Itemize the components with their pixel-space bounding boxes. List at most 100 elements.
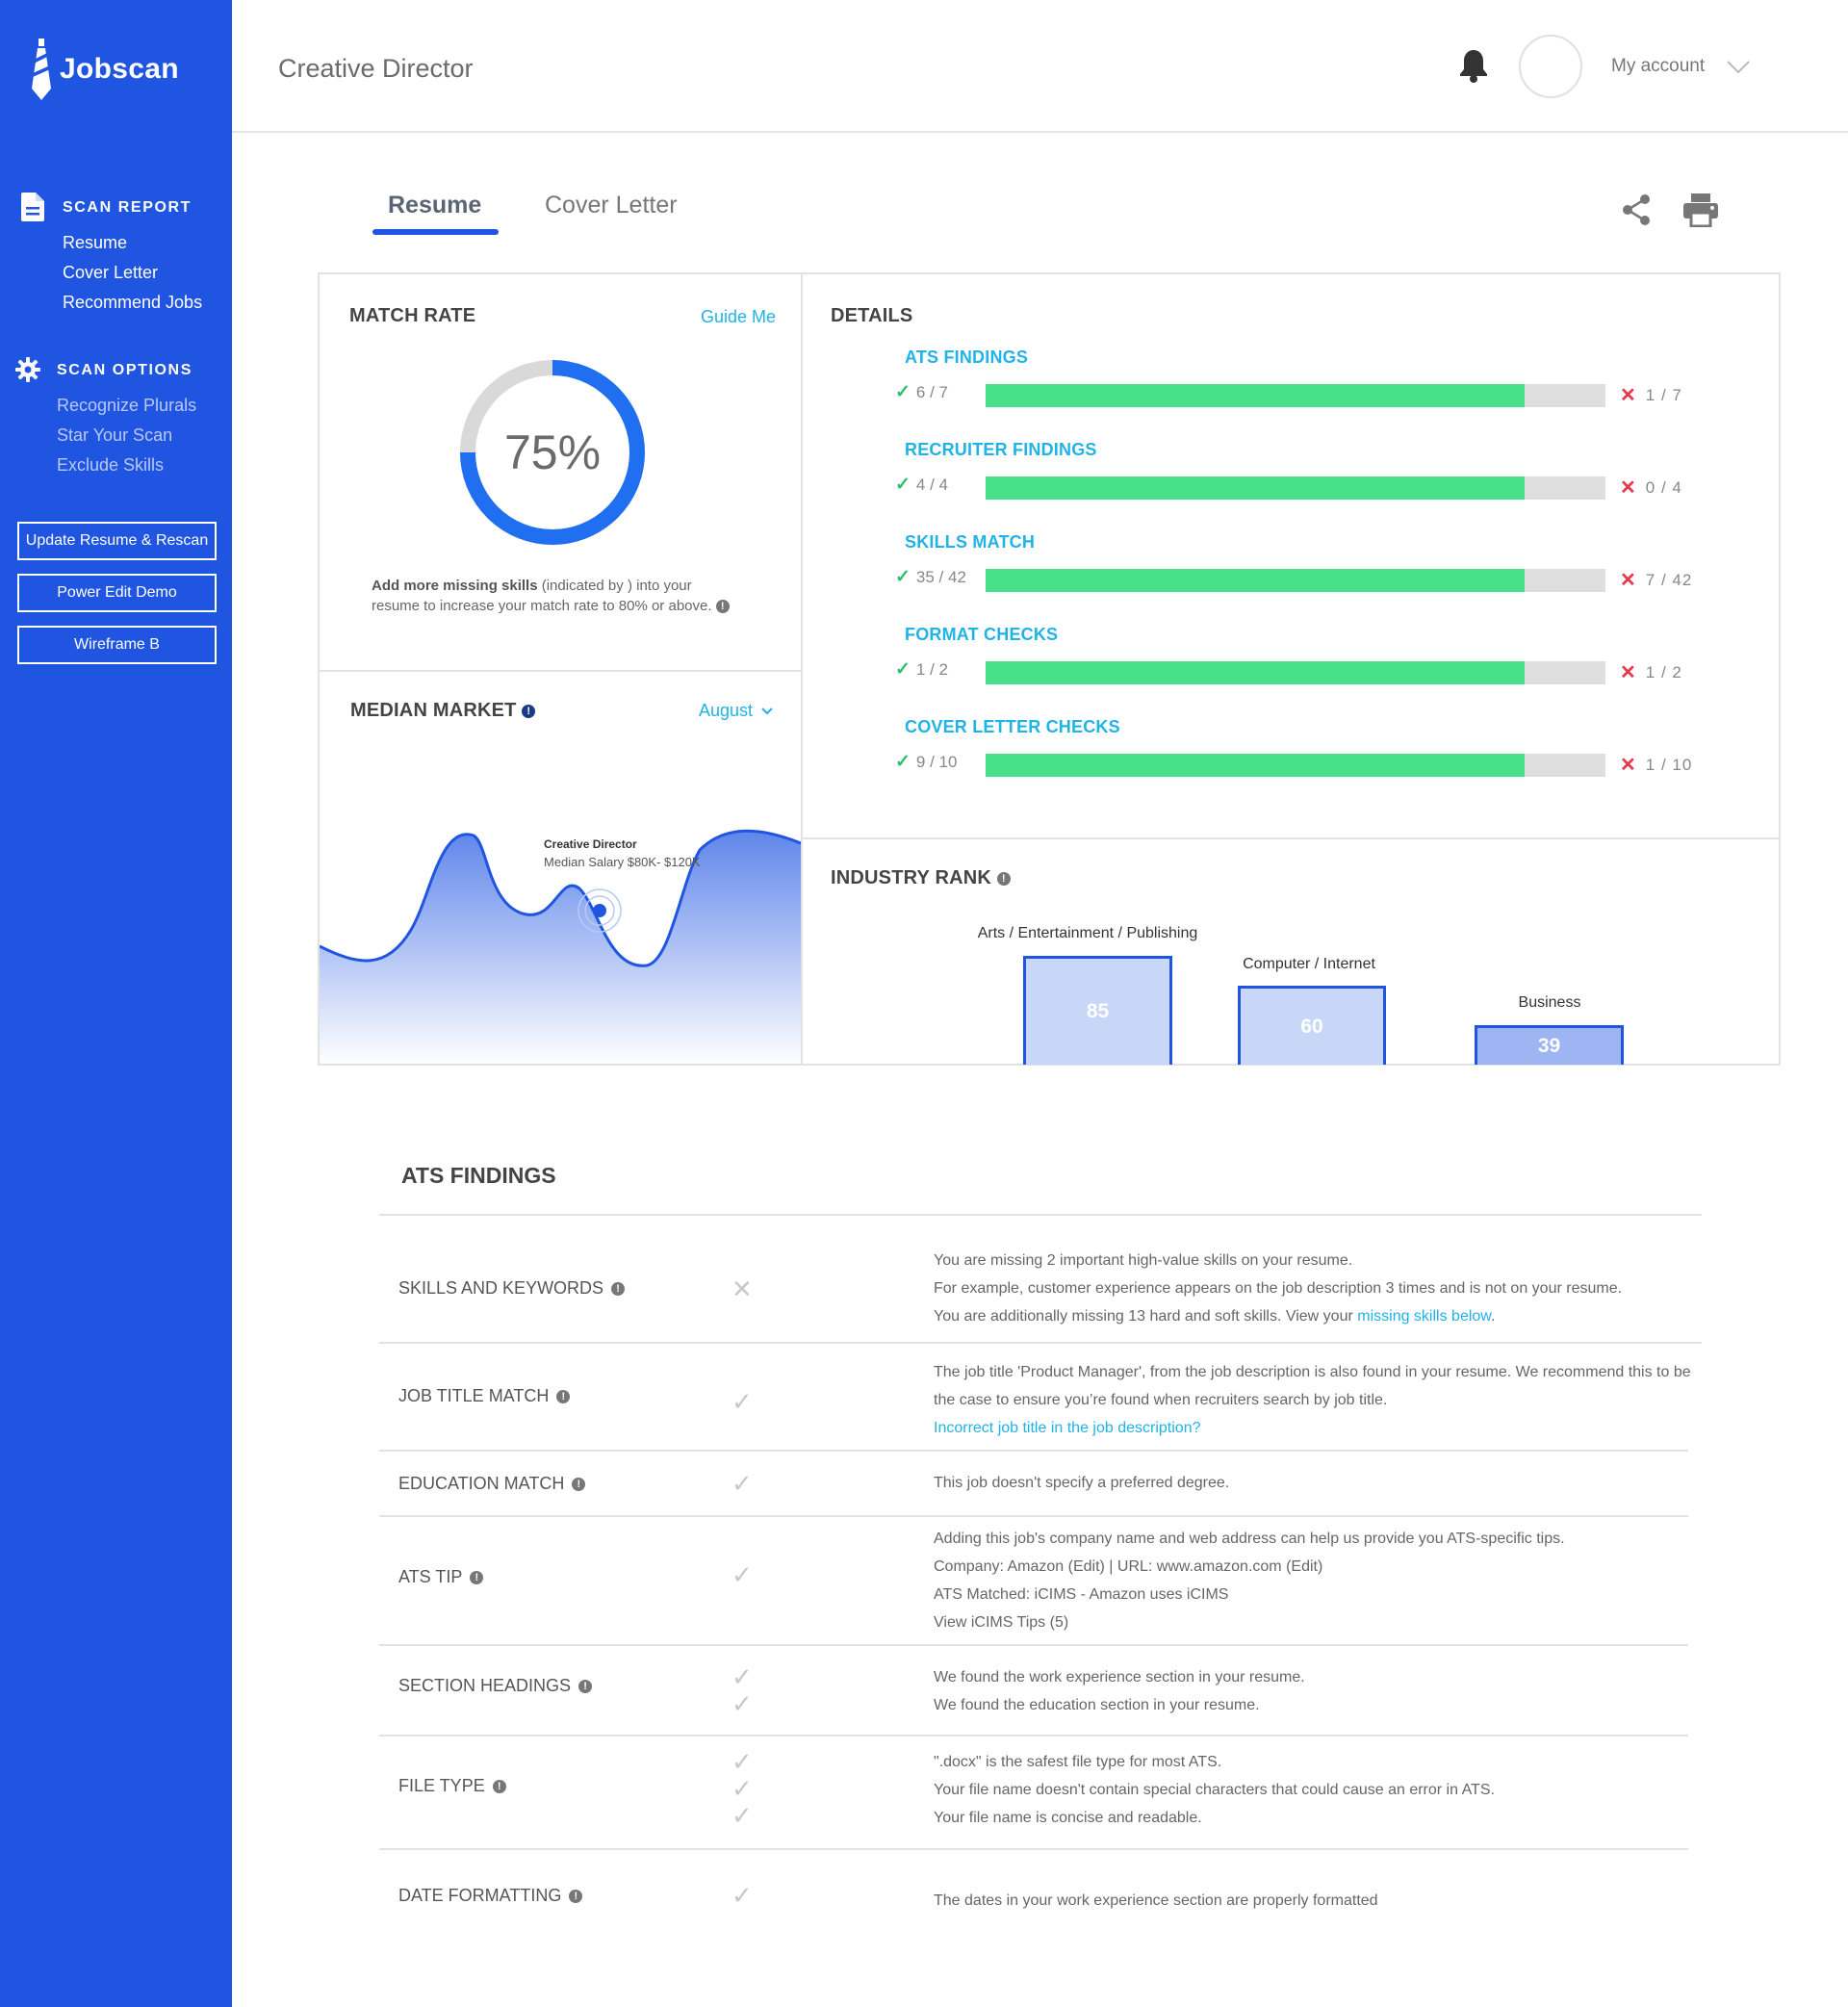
- avatar[interactable]: [1519, 35, 1582, 98]
- detail-pass-value: 6 / 7: [915, 382, 949, 401]
- sidebar-item-cover-letter[interactable]: Cover Letter: [63, 263, 158, 283]
- sidebar-item-star-your-scan[interactable]: Star Your Scan: [57, 425, 172, 446]
- ats-row-line: We found the work experience section in …: [934, 1669, 1305, 1685]
- check-icon: ✓: [732, 1387, 753, 1416]
- sidebar-item-resume[interactable]: Resume: [63, 233, 127, 253]
- detail-label[interactable]: ATS FINDINGS: [905, 347, 1028, 368]
- ats-row-title: ATS TIP: [398, 1567, 463, 1586]
- info-icon[interactable]: !: [569, 1889, 583, 1903]
- detail-progress-bar: [986, 754, 1605, 777]
- detail-progress-bar: [986, 476, 1605, 500]
- ats-row-line: ATS Matched: iCIMS - Amazon uses iCIMS: [934, 1586, 1229, 1603]
- ats-row-description: This job doesn't specify a preferred deg…: [934, 1469, 1229, 1497]
- my-account-menu[interactable]: My account: [1611, 56, 1705, 77]
- cross-icon: ✕: [732, 1274, 753, 1303]
- detail-pass-value: 9 / 10: [915, 752, 958, 771]
- median-market-label: MEDIAN MARKET: [350, 700, 517, 721]
- check-icon: ✓: [895, 659, 911, 680]
- check-icon: ✓: [895, 752, 911, 772]
- detail-progress-fill: [986, 569, 1525, 592]
- detail-label[interactable]: FORMAT CHECKS: [905, 625, 1058, 645]
- check-icon: ✓: [895, 382, 911, 402]
- cross-icon: ✕: [1620, 477, 1636, 499]
- info-icon[interactable]: !: [522, 704, 536, 718]
- month-select[interactable]: August: [699, 701, 773, 721]
- ats-row-title: DATE FORMATTING: [398, 1886, 562, 1905]
- detail-fail-value: 1 / 2: [1645, 662, 1682, 682]
- missing-skills-link[interactable]: missing skills below: [1357, 1308, 1491, 1325]
- update-resume-rescan-button[interactable]: Update Resume & Rescan: [17, 522, 217, 560]
- detail-fail-value: 1 / 7: [1645, 385, 1682, 404]
- chart-tooltip-salary: Median Salary $80K- $120K: [544, 855, 701, 869]
- ats-row-line: We found the education section in your r…: [934, 1697, 1260, 1713]
- incorrect-job-title-link[interactable]: Incorrect job title in the job descripti…: [934, 1414, 1691, 1442]
- chevron-down-icon: [761, 708, 773, 715]
- guide-me-link[interactable]: Guide Me: [701, 307, 776, 327]
- rank-bar-2: 60: [1238, 986, 1386, 1065]
- ats-row-line: the case to ensure you’re found when rec…: [934, 1392, 1388, 1408]
- ats-row-line: This job doesn't specify a preferred deg…: [934, 1475, 1230, 1491]
- ats-row-line: ".docx" is the safest file type for most…: [934, 1754, 1222, 1770]
- sidebar-item-exclude-skills[interactable]: Exclude Skills: [57, 455, 164, 476]
- divider: [379, 1342, 1702, 1344]
- detail-fail-count: ✕ 1 / 10: [1620, 753, 1692, 777]
- share-icon[interactable]: [1620, 193, 1653, 227]
- sidebar-item-recommend-jobs[interactable]: Recommend Jobs: [63, 293, 202, 313]
- ats-row-line: Your file name is concise and readable.: [934, 1810, 1202, 1826]
- info-icon[interactable]: !: [715, 600, 730, 614]
- ats-row-description: The job title 'Product Manager', from th…: [934, 1358, 1691, 1442]
- detail-fail-count: ✕ 0 / 4: [1620, 476, 1682, 500]
- detail-pass-value: 1 / 2: [915, 659, 949, 679]
- ats-row-line: Your file name doesn't contain special c…: [934, 1782, 1495, 1798]
- detail-pass-count: ✓ 35 / 42: [895, 566, 966, 588]
- detail-pass-count: ✓ 4 / 4: [895, 474, 948, 496]
- industry-rank-label: INDUSTRY RANK: [831, 867, 992, 888]
- ats-row-label: ATS TIP!: [398, 1567, 484, 1587]
- ats-row-title: SKILLS AND KEYWORDS: [398, 1278, 604, 1298]
- info-icon[interactable]: !: [611, 1281, 626, 1296]
- detail-fail-value: 0 / 4: [1645, 477, 1682, 497]
- detail-fail-value: 1 / 10: [1645, 755, 1693, 774]
- detail-label[interactable]: RECRUITER FINDINGS: [905, 440, 1097, 460]
- info-icon[interactable]: !: [470, 1570, 484, 1584]
- jobscan-logo[interactable]: Jobscan: [31, 39, 179, 100]
- detail-fail-count: ✕ 1 / 2: [1620, 660, 1682, 684]
- ats-row-label: SECTION HEADINGS!: [398, 1676, 593, 1696]
- print-icon[interactable]: [1682, 193, 1719, 227]
- info-icon[interactable]: !: [556, 1389, 571, 1403]
- details-title: DETAILS: [831, 305, 913, 326]
- divider: [379, 1214, 1702, 1216]
- ats-row-line: The job title 'Product Manager', from th…: [934, 1364, 1691, 1380]
- detail-label[interactable]: COVER LETTER CHECKS: [905, 717, 1120, 737]
- info-icon[interactable]: !: [492, 1779, 506, 1793]
- chevron-down-icon[interactable]: [1726, 54, 1751, 79]
- ats-row-label: DATE FORMATTING!: [398, 1886, 583, 1906]
- scan-options-heading: SCAN OPTIONS: [57, 362, 192, 378]
- detail-pass-count: ✓ 9 / 10: [895, 751, 957, 773]
- ats-row-description: ".docx" is the safest file type for most…: [934, 1748, 1495, 1832]
- tab-cover-letter[interactable]: Cover Letter: [545, 192, 678, 219]
- tab-resume[interactable]: Resume: [388, 192, 481, 219]
- rank-bar-3: 39: [1475, 1025, 1624, 1065]
- check-icon: ✓: [732, 1469, 753, 1498]
- match-rate-value: 75%: [503, 425, 602, 479]
- info-icon[interactable]: !: [578, 1679, 593, 1693]
- divider: [379, 1644, 1688, 1646]
- detail-pass-count: ✓ 6 / 7: [895, 381, 948, 403]
- info-icon[interactable]: !: [572, 1477, 586, 1491]
- match-note-bold: Add more missing skills: [372, 578, 538, 594]
- bell-icon[interactable]: [1459, 48, 1488, 83]
- page-title: Creative Director: [278, 54, 474, 83]
- ats-row-title: SECTION HEADINGS: [398, 1676, 572, 1695]
- cross-icon: ✕: [1620, 662, 1636, 683]
- wireframe-b-button[interactable]: Wireframe B: [17, 626, 217, 664]
- cross-icon: ✕: [1620, 385, 1636, 406]
- detail-label[interactable]: SKILLS MATCH: [905, 532, 1035, 553]
- detail-pass-value: 35 / 42: [915, 567, 966, 586]
- power-edit-demo-button[interactable]: Power Edit Demo: [17, 574, 217, 612]
- info-icon[interactable]: !: [996, 871, 1011, 886]
- divider: [379, 1848, 1688, 1850]
- sidebar-item-recognize-plurals[interactable]: Recognize Plurals: [57, 396, 196, 416]
- detail-progress-bar: [986, 661, 1605, 684]
- detail-progress-bar: [986, 569, 1605, 592]
